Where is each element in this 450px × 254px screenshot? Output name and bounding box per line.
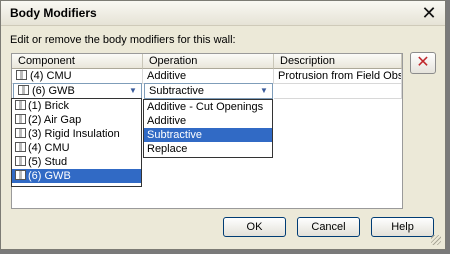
material-icon [15,100,26,110]
table-row-1-operation[interactable]: Additive [143,69,274,84]
component-option[interactable]: (2) Air Gap [12,113,141,127]
column-header-operation[interactable]: Operation [143,54,274,69]
operation-combo[interactable]: Subtractive ▼ [144,83,273,99]
material-icon [16,70,27,80]
material-icon [15,114,26,124]
ok-button[interactable]: OK [223,217,286,237]
component-option[interactable]: (4) CMU [12,141,141,155]
component-option[interactable]: (1) Brick [12,99,141,113]
table-row-2-description[interactable] [274,83,402,99]
operation-option[interactable]: Additive [144,114,272,128]
table-row-1-description[interactable]: Protrusion from Field Obse... [274,69,402,84]
delete-x-icon: ✕ [416,54,430,71]
instruction-label: Edit or remove the body modifiers for th… [10,34,236,46]
component-combo-value: (6) GWB [32,85,75,97]
window-title: Body Modifiers [10,6,97,20]
operation-dropdown-list: Additive - Cut Openings Additive Subtrac… [143,99,273,158]
component-option-label: (3) Rigid Insulation [28,128,120,140]
column-header-description[interactable]: Description [274,54,402,69]
component-combo[interactable]: (6) GWB ▼ [13,83,142,99]
chevron-down-icon[interactable]: ▼ [126,85,140,97]
table-row-1-component[interactable]: (4) CMU [12,69,143,84]
component-option-label: (6) GWB [28,170,71,182]
title-bar[interactable]: Body Modifiers ✕ [1,1,445,26]
component-option-label: (5) Stud [28,156,68,168]
material-icon [15,142,26,152]
operation-combo-value: Subtractive [149,85,205,97]
material-icon [15,156,26,166]
component-dropdown-list: (1) Brick (2) Air Gap (3) Rigid Insulati… [11,98,142,187]
delete-modifier-button[interactable]: ✕ [410,52,436,74]
help-button[interactable]: Help [371,217,434,237]
component-option-label: (1) Brick [28,100,69,112]
close-icon[interactable]: ✕ [419,3,439,23]
component-option-label: (4) CMU [28,142,70,154]
operation-option[interactable]: Additive - Cut Openings [144,100,272,114]
operation-option-selected[interactable]: Subtractive [144,128,272,142]
component-option[interactable]: (5) Stud [12,155,141,169]
chevron-down-icon[interactable]: ▼ [257,85,271,97]
column-header-component[interactable]: Component [12,54,143,69]
body-modifiers-dialog: Body Modifiers ✕ Edit or remove the body… [0,0,446,250]
material-icon [15,128,26,138]
material-icon [15,170,26,180]
material-icon [18,85,29,95]
component-option[interactable]: (3) Rigid Insulation [12,127,141,141]
cancel-button[interactable]: Cancel [297,217,360,237]
resize-grip-icon[interactable] [431,235,441,245]
component-option-selected[interactable]: (6) GWB [12,169,141,183]
component-option-label: (2) Air Gap [28,114,82,126]
component-label: (4) CMU [30,70,72,82]
operation-option[interactable]: Replace [144,142,272,156]
